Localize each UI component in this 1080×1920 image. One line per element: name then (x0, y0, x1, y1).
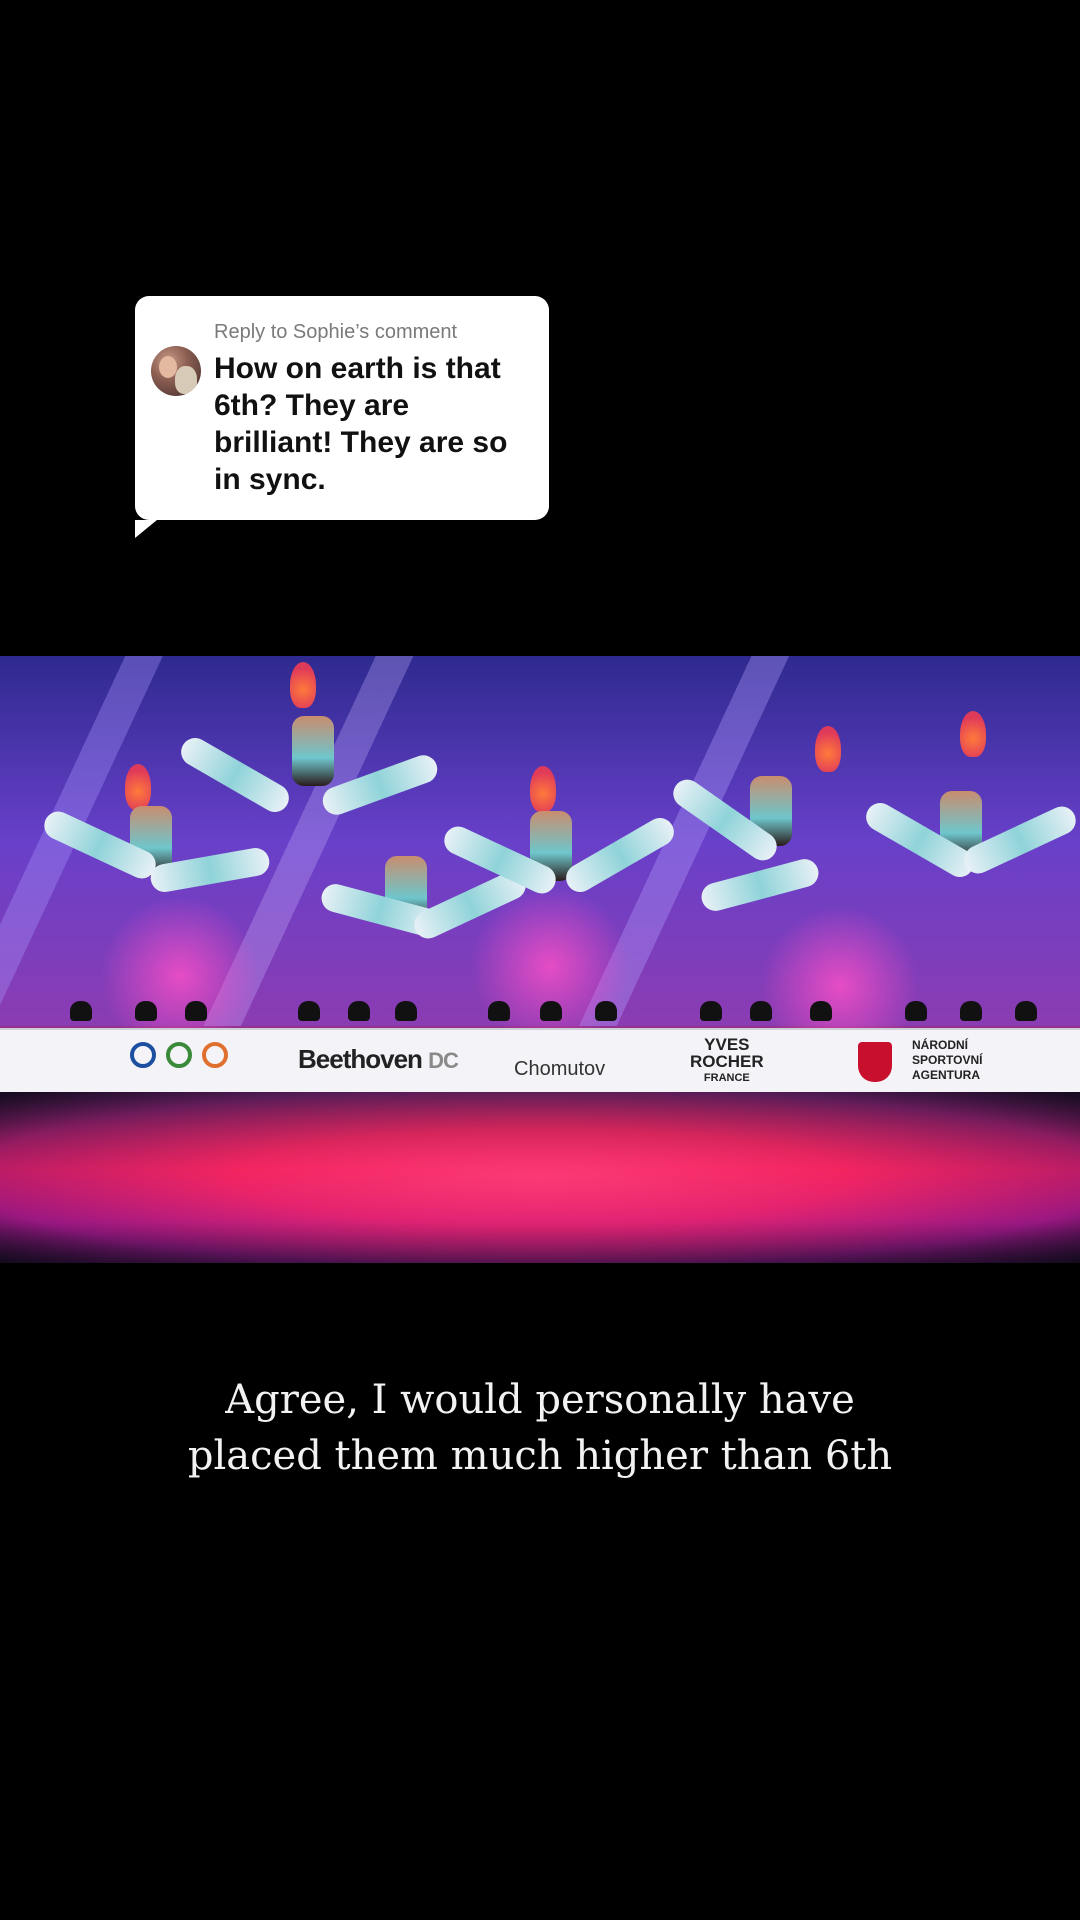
dancer-headdress (125, 764, 151, 810)
beethoven-text: Beethoven (298, 1044, 423, 1074)
cdo-logo-d (166, 1042, 192, 1068)
comment-line: in sync. (214, 463, 326, 496)
stage-light (395, 1001, 417, 1021)
nsa-line: NÁRODNÍ (912, 1038, 968, 1052)
beethoven-logo: Beethoven DC (298, 1044, 459, 1075)
cdo-logo-c (130, 1042, 156, 1068)
nsa-line: SPORTOVNÍ (912, 1053, 983, 1067)
dancer-headdress (815, 726, 841, 772)
nsa-line: AGENTURA (912, 1068, 980, 1082)
stage-light (1015, 1001, 1037, 1021)
stage-light (135, 1001, 157, 1021)
stage-light (750, 1001, 772, 1021)
stage-light (595, 1001, 617, 1021)
reply-header: Reply to Sophie’s comment (214, 321, 458, 343)
stage-lights (0, 1001, 1080, 1023)
comment-line: 6th? They are (214, 389, 410, 422)
cdo-logo-o (202, 1042, 228, 1068)
video-frame[interactable]: Beethoven DC Chomutov YVES ROCHER FRANCE… (0, 656, 1080, 1263)
yves-rocher-logo: YVES ROCHER FRANCE (690, 1036, 764, 1087)
beethoven-sub: DC (428, 1048, 459, 1073)
stage-light (700, 1001, 722, 1021)
dancer-headdress (530, 766, 556, 812)
nsa-crest-icon (858, 1042, 892, 1082)
nsa-logo: NÁRODNÍ SPORTOVNÍ AGENTURA (912, 1038, 982, 1083)
sponsor-banner: Beethoven DC Chomutov YVES ROCHER FRANCE… (0, 1028, 1080, 1094)
video-caption: Agree, I would personally have placed th… (0, 1372, 1080, 1484)
reply-comment-text: How on earth is that 6th? They are brill… (214, 350, 527, 498)
stage-light (298, 1001, 320, 1021)
dancer-headdress (290, 662, 316, 708)
stage-light (488, 1001, 510, 1021)
stage-light (185, 1001, 207, 1021)
stage-light (348, 1001, 370, 1021)
avatar-dog (175, 366, 197, 394)
dancer-torso (292, 716, 334, 786)
stage-light (960, 1001, 982, 1021)
stage-light (905, 1001, 927, 1021)
stage-light (810, 1001, 832, 1021)
stage-light (70, 1001, 92, 1021)
stage-light (540, 1001, 562, 1021)
reply-comment-bubble[interactable]: Reply to Sophie’s comment How on earth i… (135, 296, 549, 538)
bubble-tail (135, 520, 157, 538)
commenter-avatar (151, 346, 201, 396)
stage-floor (0, 1092, 1080, 1263)
caption-line: Agree, I would personally have (225, 1377, 855, 1423)
dancer-headdress (960, 711, 986, 757)
comment-line: brilliant! They are so (214, 426, 508, 459)
comment-line: How on earth is that (214, 352, 501, 385)
caption-line: placed them much higher than 6th (187, 1433, 893, 1479)
france-line: FRANCE (703, 1072, 750, 1084)
rocher-line: ROCHER (690, 1052, 764, 1071)
chomutov-logo: Chomutov (514, 1058, 606, 1080)
yves-line: YVES (704, 1035, 750, 1054)
